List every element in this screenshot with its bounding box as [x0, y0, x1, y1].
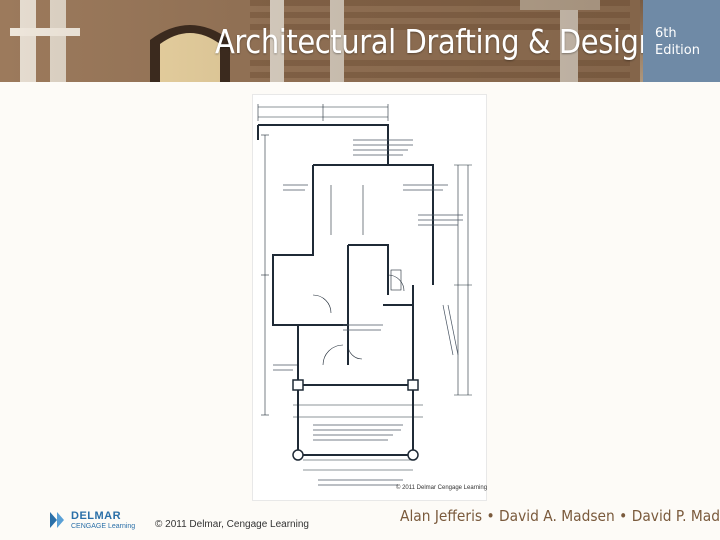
delmar-logo: DELMAR CENGAGE Learning [48, 508, 148, 532]
edition-badge: 6th Edition [643, 0, 720, 82]
header-banner: Architectural Drafting & Design 6th Edit… [0, 0, 720, 82]
floor-plan-svg [257, 104, 472, 486]
edition-label: Edition [655, 43, 700, 58]
figure-copyright: © 2011 Delmar Cengage Learning [396, 485, 488, 491]
authors-line: Alan Jefferis • David A. Madsen • David … [400, 507, 720, 525]
edition-number: 6th [655, 26, 677, 41]
book-title: Architectural Drafting & Design [215, 22, 657, 61]
logo-cengage-text: CENGAGE Learning [71, 523, 136, 530]
logo-mark-icon [50, 512, 64, 528]
floor-plan-drawing [253, 95, 486, 500]
logo-delmar-text: DELMAR [71, 510, 122, 522]
footer-copyright: © 2011 Delmar, Cengage Learning [155, 519, 309, 530]
